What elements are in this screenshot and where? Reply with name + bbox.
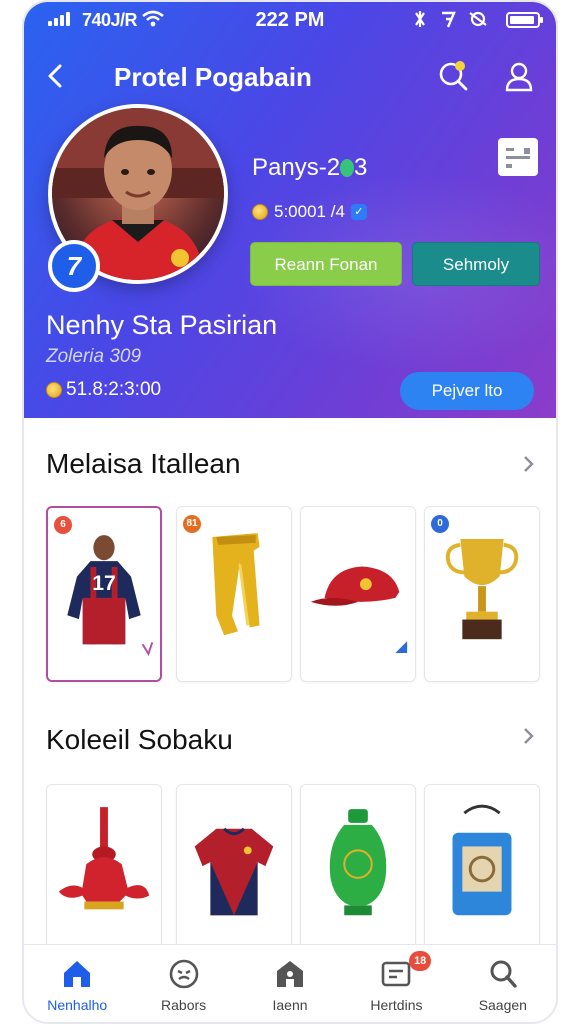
trophy-search-icon <box>439 61 468 91</box>
collection-card-vase[interactable] <box>300 784 416 960</box>
coin-icon <box>252 204 268 220</box>
nav-item-messages[interactable]: 18 Hertdins <box>343 945 449 1022</box>
pill-button[interactable]: Pejver lto <box>400 372 534 410</box>
nav-item-rabors[interactable]: Rabors <box>130 945 236 1022</box>
store-icon <box>277 961 304 987</box>
chevron-right-icon <box>524 728 534 744</box>
balance: 51.8:2:3:00 <box>46 379 161 401</box>
nav-item-search[interactable]: Saagen <box>450 945 556 1022</box>
chevron-left-icon <box>48 64 62 88</box>
collections-content: Melaisa Itallean 17 6 81 0 Koleeil Sobak… <box>24 418 556 960</box>
user-icon <box>505 62 533 92</box>
profile-subtitle: Zoleria 309 <box>46 346 142 367</box>
coin-counter: 5:0001 /4 ✓ <box>252 202 367 222</box>
full-name: Nenhy Sta Pasirian <box>46 310 278 340</box>
level-badge: 7 <box>48 240 100 292</box>
notification-badge: 18 <box>409 951 432 971</box>
rarity-tag: 81 <box>183 515 201 533</box>
section-title: Koleeil Sobaku <box>46 724 233 755</box>
collection-card-shirt[interactable] <box>176 784 292 960</box>
bottom-nav: Nenhalho Rabors Iaenn 18 Hertdins Saagen <box>24 944 556 1022</box>
balance-value: 51.8:2:3:00 <box>66 379 162 400</box>
qr-code-button[interactable] <box>498 138 538 176</box>
collection-card-jersey[interactable]: 17 6 <box>46 506 162 682</box>
svg-text:17: 17 <box>92 571 116 595</box>
face-icon <box>169 959 198 989</box>
primary-action-button[interactable]: Reann Fonan <box>250 242 402 286</box>
collection-card-sculpture[interactable] <box>46 784 162 960</box>
collection-card-trophy[interactable]: 0 <box>424 506 540 682</box>
collection-card-boots[interactable]: 81 <box>176 506 292 682</box>
search-icon <box>490 960 517 988</box>
section-more-button[interactable] <box>518 454 538 474</box>
battery-icon <box>506 12 543 28</box>
verified-icon: ✓ <box>350 204 367 220</box>
nav-label: Rabors <box>161 997 207 1013</box>
collection-card-cap[interactable] <box>300 506 416 682</box>
coin-value: 5:0001 /4 <box>274 202 345 221</box>
nav-item-store[interactable]: Iaenn <box>237 945 343 1022</box>
nav-label: Hertdins <box>370 997 423 1013</box>
achievement-button[interactable] <box>436 60 470 94</box>
profile-settings-button[interactable] <box>502 60 536 94</box>
phone-frame: 740J/R 222 PM Protel Pogabain 7 Panys-2 … <box>22 0 558 1024</box>
status-bar: 740J/R 222 PM <box>24 8 556 34</box>
rarity-tag: 6 <box>54 516 72 534</box>
section-title: Melaisa Itallean <box>46 448 241 479</box>
page-title: Protel Pogabain <box>114 62 312 92</box>
back-button[interactable] <box>38 58 74 94</box>
chevron-right-icon <box>524 456 534 472</box>
nav-label: Iaenn <box>272 997 308 1013</box>
gem-icon <box>340 159 355 177</box>
collection-card-bag[interactable] <box>424 784 540 960</box>
home-icon <box>64 961 91 987</box>
rarity-tag: 0 <box>431 515 449 533</box>
username: Panys-2 3 <box>252 154 368 181</box>
status-icons <box>412 9 498 34</box>
nav-label: Saagen <box>478 997 527 1013</box>
coin-icon <box>46 382 62 398</box>
section-more-button[interactable] <box>518 726 538 746</box>
secondary-action-button[interactable]: Sehmoly <box>412 242 540 286</box>
nav-label: Nenhalho <box>47 997 108 1013</box>
nav-item-home[interactable]: Nenhalho <box>24 945 130 1022</box>
